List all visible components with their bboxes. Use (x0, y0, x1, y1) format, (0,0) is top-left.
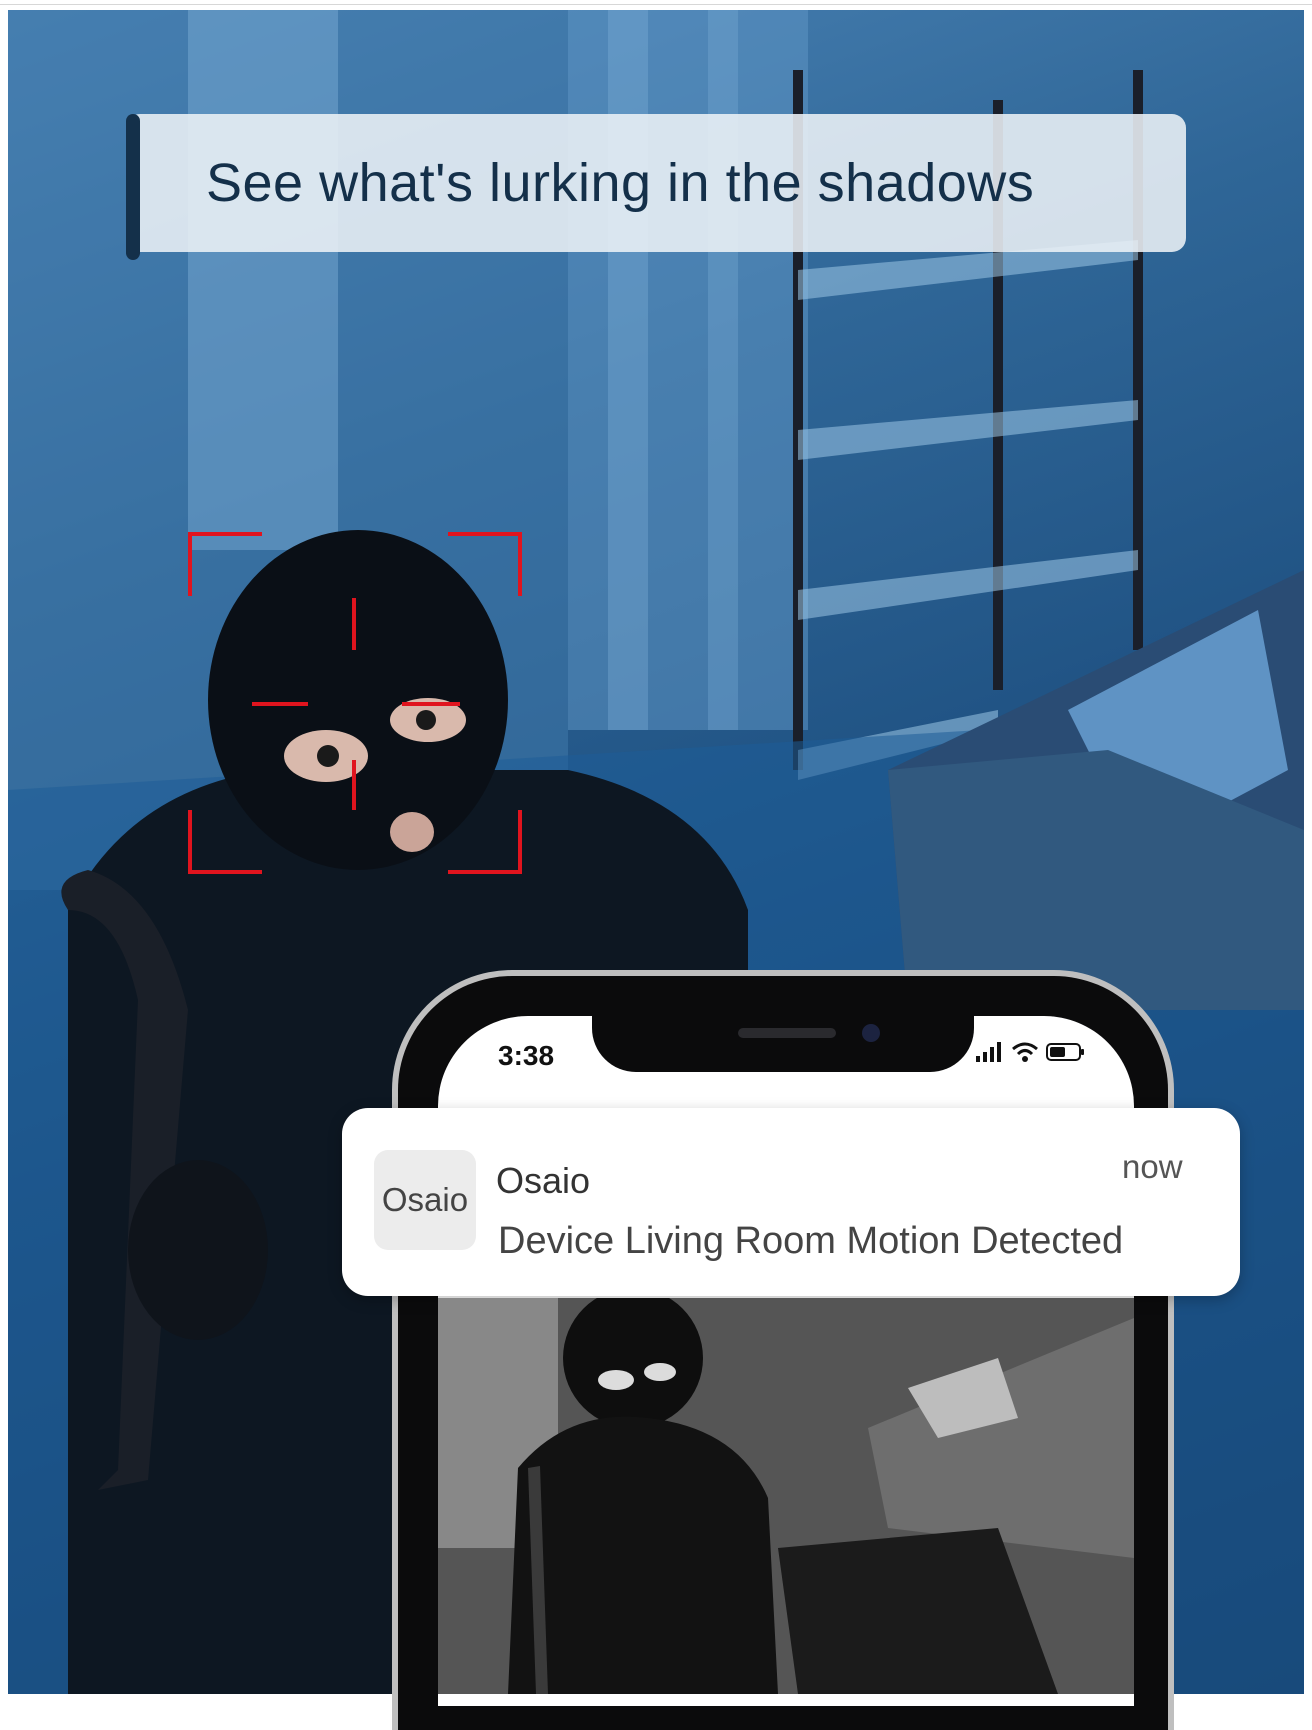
signal-bars-icon (976, 1042, 1004, 1067)
speaker-icon (738, 1028, 836, 1038)
ski-mask (208, 530, 508, 870)
mouth-hole (390, 812, 434, 852)
headline-accent-bar (126, 114, 140, 260)
top-divider (0, 4, 1312, 5)
sofa (888, 570, 1304, 1010)
status-icons (976, 1042, 1086, 1067)
status-time: 3:38 (498, 1040, 555, 1071)
wifi-icon (1012, 1042, 1038, 1067)
gloved-hand (128, 1160, 268, 1340)
notification-app-name: Osaio (496, 1160, 591, 1201)
battery-icon (1046, 1042, 1086, 1067)
push-notification[interactable] (342, 1108, 1240, 1296)
grayscale-feed-image (438, 1298, 1134, 1694)
feed-body (508, 1416, 778, 1694)
notification-message: Device Living Room Motion Detected (498, 1220, 1124, 1262)
window-frame (188, 10, 338, 550)
app-icon-label: Osaio (381, 1181, 469, 1218)
camera-feed-preview (438, 1298, 1134, 1694)
osaio-app-icon: Osaio (374, 1150, 476, 1250)
front-camera-icon (862, 1024, 880, 1042)
headline: See what's lurking in the shadows (206, 153, 1035, 213)
notification-time: now (1122, 1148, 1183, 1185)
